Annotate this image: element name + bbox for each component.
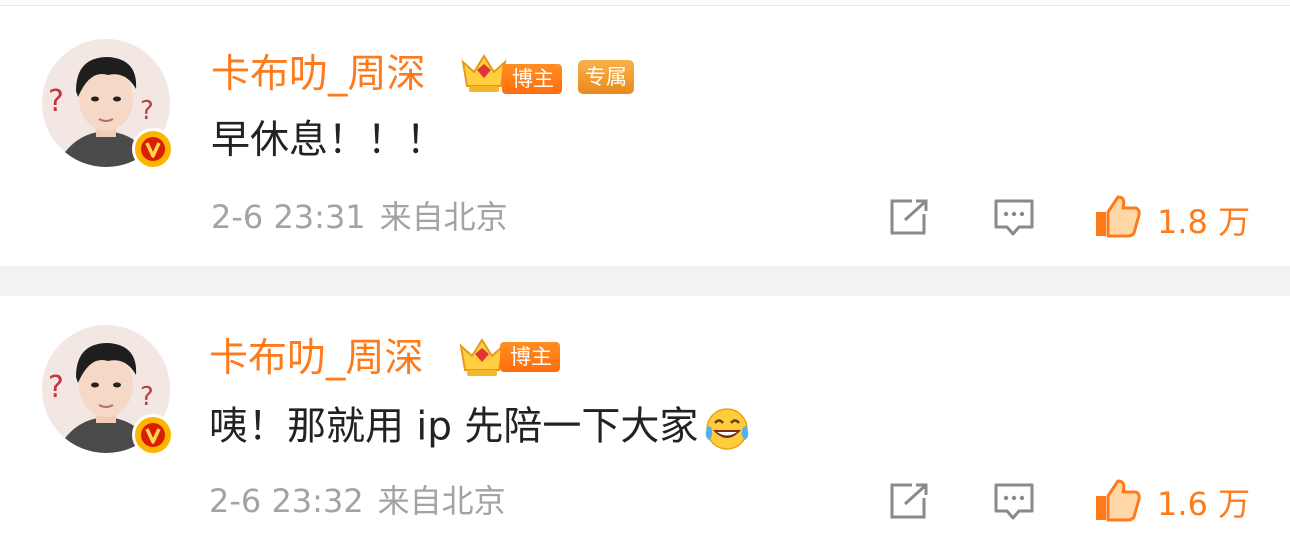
location: 来自北京 xyxy=(377,482,506,520)
timestamp: 2-6 23:32 xyxy=(209,482,364,520)
comment-icon[interactable] xyxy=(993,198,1035,238)
comment-meta: 2-6 23:31 来自北京 xyxy=(211,201,508,233)
svg-text:?: ? xyxy=(140,382,154,412)
laughing-tears-emoji-icon xyxy=(706,408,749,450)
like-count: 1.8 万 xyxy=(1157,203,1251,241)
top-separator xyxy=(0,5,1290,6)
blogger-badge: 博主 xyxy=(500,342,560,372)
like-count: 1.6 万 xyxy=(1157,485,1251,523)
like-icon[interactable] xyxy=(1094,478,1142,522)
verified-v-badge-icon xyxy=(132,128,174,170)
timestamp: 2-6 23:31 xyxy=(211,198,366,236)
verified-v-badge-icon xyxy=(132,414,174,456)
comment-meta: 2-6 23:32 来自北京 xyxy=(209,485,506,517)
comment-icon[interactable] xyxy=(993,482,1035,522)
comment-text: 咦！那就用 ip 先陪一下大家 xyxy=(209,406,752,452)
svg-text:?: ? xyxy=(48,84,64,119)
location: 来自北京 xyxy=(379,198,508,236)
comment-text: 早休息！！！ xyxy=(211,118,446,163)
comment-item: ? ? 卡布叻_周深 博主 专属 早休息！！！ 2-6 23:31 来自北京 1… xyxy=(0,8,1290,268)
username[interactable]: 卡布叻_周深 xyxy=(209,339,424,378)
like-icon[interactable] xyxy=(1094,194,1142,238)
blogger-badge: 博主 xyxy=(502,64,562,94)
svg-text:?: ? xyxy=(140,96,154,126)
username[interactable]: 卡布叻_周深 xyxy=(211,55,426,94)
repost-icon[interactable] xyxy=(888,198,930,236)
section-divider xyxy=(0,266,1290,296)
comment-text-body: 咦！那就用 ip 先陪一下大家 xyxy=(209,404,699,450)
exclusive-badge: 专属 xyxy=(578,60,634,94)
svg-text:?: ? xyxy=(48,370,64,405)
comment-item: ? ? 卡布叻_周深 博主 咦！那就用 ip 先陪一下大家 2-6 23:32 … xyxy=(0,296,1290,556)
repost-icon[interactable] xyxy=(888,482,930,520)
